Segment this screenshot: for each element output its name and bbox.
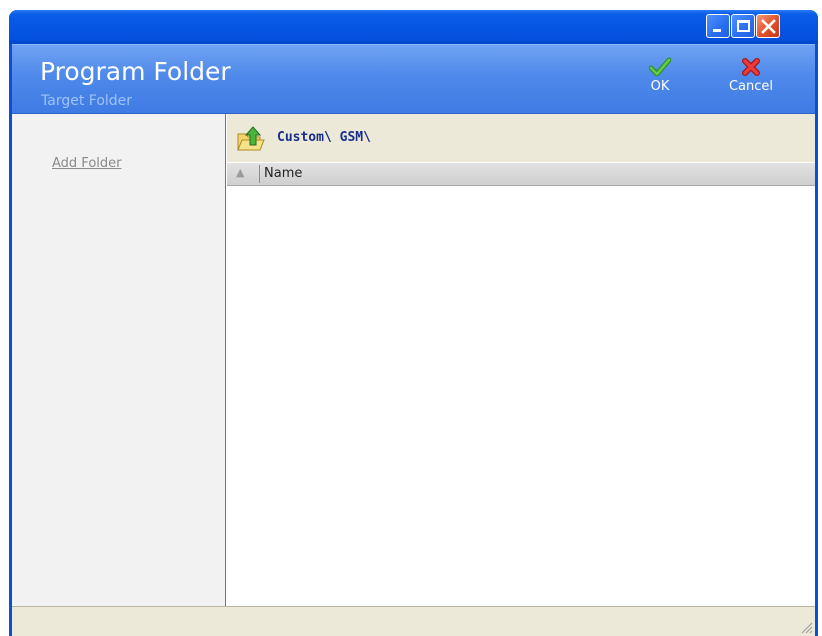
minimize-icon (713, 29, 721, 32)
title-bar[interactable] (9, 10, 818, 44)
close-button[interactable] (756, 14, 780, 38)
column-name[interactable]: Name (264, 166, 302, 181)
ok-label: OK (650, 79, 670, 94)
path-bar: Custom\ GSM\ (227, 114, 815, 162)
checkmark-icon (649, 57, 671, 77)
client-area: Program Folder Target Folder OK Cancel A… (12, 44, 815, 636)
sort-arrow-icon[interactable]: ▲ (236, 166, 244, 179)
minimize-button[interactable] (706, 14, 730, 38)
maximize-button[interactable] (731, 14, 755, 38)
column-divider[interactable] (259, 165, 260, 183)
close-icon (761, 19, 776, 34)
folder-browser: Custom\ GSM\ ▲ Name (227, 114, 815, 606)
cancel-label: Cancel (728, 79, 774, 94)
maximize-icon (737, 20, 750, 32)
cancel-x-icon (742, 58, 760, 76)
resize-grip-icon[interactable] (799, 620, 813, 634)
folder-up-icon[interactable] (236, 125, 266, 157)
add-folder-link[interactable]: Add Folder (52, 156, 121, 171)
status-bar (12, 606, 815, 636)
ok-button[interactable]: OK (640, 57, 680, 94)
dialog-header: Program Folder Target Folder OK Cancel (12, 44, 815, 114)
page-title: Program Folder (40, 57, 231, 86)
page-subtitle: Target Folder (41, 93, 133, 109)
file-list[interactable] (227, 186, 815, 606)
column-header: ▲ Name (227, 162, 815, 186)
current-path: Custom\ GSM\ (277, 130, 371, 145)
sidebar: Add Folder (12, 114, 226, 606)
cancel-button[interactable]: Cancel (720, 57, 782, 94)
dialog-window: Program Folder Target Folder OK Cancel A… (9, 10, 818, 636)
